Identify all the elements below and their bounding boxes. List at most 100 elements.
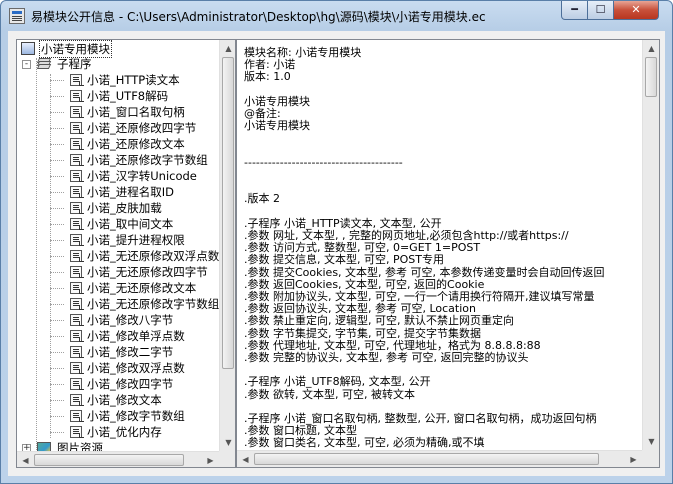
scroll-up-button[interactable]: ▲ bbox=[220, 40, 235, 57]
tree-item[interactable]: 小诺_修改文本 bbox=[17, 392, 219, 408]
tree-item[interactable]: 小诺_修改单浮点数 bbox=[17, 328, 219, 344]
tree-guide-line bbox=[50, 128, 64, 129]
text-vscroll-thumb[interactable] bbox=[645, 57, 657, 97]
module-tree[interactable]: 小诺专用模块 - 子程序 小诺_HTTP读文本 小诺_UTF8解码 小诺_窗口名取句… bbox=[16, 39, 236, 468]
collapse-icon[interactable]: - bbox=[22, 60, 31, 69]
tree-guide-line bbox=[50, 384, 64, 385]
module-icon bbox=[21, 42, 35, 55]
subroutine-icon bbox=[70, 138, 84, 150]
scroll-left-button[interactable]: ◀ bbox=[237, 451, 254, 467]
text-vertical-scrollbar[interactable]: ▲ ▼ bbox=[642, 40, 659, 450]
tree-item[interactable]: 小诺_修改二字节 bbox=[17, 344, 219, 360]
tree-guide-line bbox=[50, 400, 64, 401]
tree-item[interactable]: 小诺_还原修改文本 bbox=[17, 136, 219, 152]
module-info-text[interactable]: 模块名称: 小诺专用模块 作者: 小诺 版本: 1.0 小诺专用模块 @备注: 小诺专用模… bbox=[236, 39, 660, 468]
subroutine-icon bbox=[70, 394, 84, 406]
tree-horizontal-scrollbar[interactable]: ◀ ▶ bbox=[17, 451, 219, 467]
tree-item[interactable]: 小诺_修改四字节 bbox=[17, 376, 219, 392]
app-icon[interactable] bbox=[9, 8, 25, 24]
close-button[interactable]: ✕ bbox=[613, 1, 659, 20]
title-bar[interactable]: 易模块公开信息 - C:\Users\Administrator\Desktop… bbox=[1, 1, 672, 31]
tree-item[interactable]: 小诺_修改双浮点数 bbox=[17, 360, 219, 376]
text-horizontal-scrollbar[interactable]: ◀ ▶ bbox=[237, 450, 642, 467]
subroutine-icon bbox=[70, 330, 84, 342]
tree-item[interactable]: 小诺_无还原修改字节数组 bbox=[17, 296, 219, 312]
tree-root-row[interactable]: 小诺专用模块 bbox=[17, 40, 217, 58]
size-grip bbox=[219, 451, 235, 467]
maximize-button[interactable]: ☐ bbox=[587, 1, 614, 20]
tree-item[interactable]: 小诺_修改字节数组 bbox=[17, 408, 219, 424]
tree-item[interactable]: 小诺_还原修改四字节 bbox=[17, 120, 219, 136]
tree-item-label: 小诺_还原修改文本 bbox=[87, 137, 185, 151]
tree-item[interactable]: 小诺_取中间文本 bbox=[17, 216, 219, 232]
tree-item[interactable]: 小诺_进程名取ID bbox=[17, 184, 219, 200]
subroutine-icon bbox=[70, 266, 84, 278]
window-title: 易模块公开信息 - C:\Users\Administrator\Desktop… bbox=[31, 10, 486, 24]
info-text-line: .参数 提交Cookies, 文本型, 参考 可空, 本参数传递变量时会自动回传… bbox=[244, 265, 605, 279]
tree-item-label: 小诺_皮肤加载 bbox=[87, 201, 162, 215]
tree-guide-line bbox=[50, 208, 64, 209]
info-text-line: .参数 返回Cookies, 文本型, 可空, 返回的Cookie bbox=[244, 277, 485, 291]
scroll-down-button[interactable]: ▼ bbox=[643, 433, 659, 450]
text-hscroll-thumb[interactable] bbox=[254, 453, 599, 465]
tree-guide-line bbox=[50, 288, 64, 289]
tree-item-label: 小诺_汉字转Unicode bbox=[87, 169, 197, 183]
tree-item-label: 小诺_修改二字节 bbox=[87, 345, 174, 359]
info-text-line: 模块名称: 小诺专用模块 bbox=[244, 46, 362, 59]
scroll-right-button[interactable]: ▶ bbox=[202, 452, 219, 467]
scroll-left-button[interactable]: ◀ bbox=[17, 452, 34, 467]
info-text-line: .参数 窗口类名, 文本型, 可空, 必须为精确,或不填 bbox=[244, 436, 485, 450]
minimize-button[interactable]: ━ bbox=[561, 1, 588, 20]
tree-group-row[interactable]: - 子程序 bbox=[17, 56, 217, 72]
tree-item-label: 小诺_进程名取ID bbox=[87, 185, 174, 199]
info-text-line: ---------------------------------------- bbox=[244, 155, 403, 169]
tree-item-label: 小诺_优化内存 bbox=[87, 425, 162, 439]
tree-guide-line bbox=[50, 304, 64, 305]
subroutine-icon bbox=[70, 250, 84, 262]
tree-item-label: 小诺_HTTP读文本 bbox=[87, 73, 180, 87]
tree-item[interactable]: 小诺_皮肤加载 bbox=[17, 200, 219, 216]
tree-guide-line bbox=[50, 96, 64, 97]
scroll-up-button[interactable]: ▲ bbox=[643, 40, 659, 57]
tree-vscroll-thumb[interactable] bbox=[222, 57, 234, 369]
tree-item[interactable]: 小诺_UTF8解码 bbox=[17, 88, 219, 104]
info-text-line: .参数 完整的协议头, 文本型, 参考 可空, 返回完整的协议头 bbox=[244, 351, 529, 364]
info-text-line: 小诺专用模块 bbox=[244, 94, 310, 108]
subroutine-icon bbox=[70, 426, 84, 438]
tree-guide-line bbox=[50, 112, 64, 113]
tree-item[interactable]: 小诺_优化内存 bbox=[17, 424, 219, 440]
tree-hscroll-thumb[interactable] bbox=[34, 454, 184, 466]
info-text-line: .参数 提交信息, 文本型, 可空, POST专用 bbox=[244, 253, 444, 267]
scroll-down-button[interactable]: ▼ bbox=[220, 434, 235, 451]
layers-icon bbox=[36, 58, 52, 70]
scroll-right-button[interactable]: ▶ bbox=[625, 451, 642, 467]
subroutine-icon bbox=[70, 346, 84, 358]
tree-item[interactable]: 小诺_无还原修改文本 bbox=[17, 280, 219, 296]
tree-guide-line bbox=[50, 256, 64, 257]
tree-item[interactable]: 小诺_无还原修改四字节 bbox=[17, 264, 219, 280]
tree-item-label: 小诺_无还原修改双浮点数 bbox=[87, 249, 219, 263]
tree-vertical-scrollbar[interactable]: ▲ ▼ bbox=[219, 40, 235, 451]
tree-item[interactable]: 小诺_无还原修改双浮点数 bbox=[17, 248, 219, 264]
tree-item-label: 小诺_还原修改四字节 bbox=[87, 121, 197, 135]
tree-group-label: 子程序 bbox=[57, 57, 92, 71]
tree-item[interactable]: 小诺_还原修改字节数组 bbox=[17, 152, 219, 168]
tree-item-label: 小诺_无还原修改字节数组 bbox=[87, 297, 219, 311]
tree-item[interactable]: 小诺_提升进程权限 bbox=[17, 232, 219, 248]
app-window: 易模块公开信息 - C:\Users\Administrator\Desktop… bbox=[0, 0, 673, 484]
info-text-line: .参数 禁止重定向, 逻辑型, 可空, 默认不禁止网页重定向 bbox=[244, 314, 514, 328]
subroutine-icon bbox=[70, 74, 84, 86]
info-text-line: .子程序 小诺_UTF8解码, 文本型, 公开 bbox=[244, 375, 431, 389]
tree-item[interactable]: 小诺_汉字转Unicode bbox=[17, 168, 219, 184]
tree-item[interactable]: 小诺_HTTP读文本 bbox=[17, 72, 219, 88]
subroutine-icon bbox=[70, 170, 84, 182]
tree-guide-line bbox=[50, 192, 64, 193]
tree-item[interactable]: 小诺_窗口名取句柄 bbox=[17, 104, 219, 120]
tree-item-label: 小诺_修改文本 bbox=[87, 393, 162, 407]
info-text-line: 版本: 1.0 bbox=[244, 70, 291, 84]
info-text-line: .参数 代理地址, 文本型, 可空, 代理地址，格式为 8.8.8.8:88 bbox=[244, 338, 541, 352]
tree-item[interactable]: 小诺_修改八字节 bbox=[17, 312, 219, 328]
subroutine-icon bbox=[70, 154, 84, 166]
tree-item-label: 小诺_还原修改字节数组 bbox=[87, 153, 208, 167]
tree-guide-line bbox=[50, 336, 64, 337]
